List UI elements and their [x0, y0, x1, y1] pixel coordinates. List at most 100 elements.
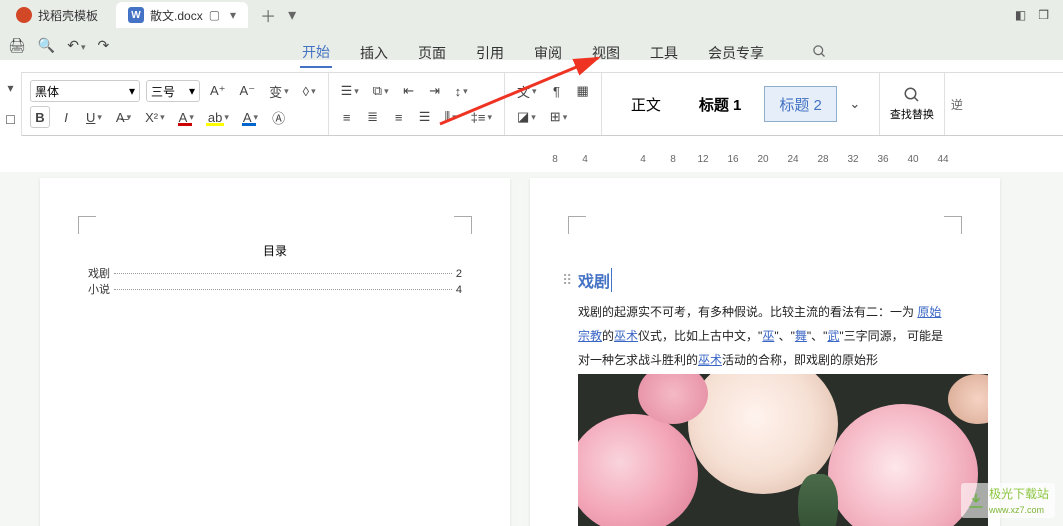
- redo-button[interactable]: ↷: [97, 37, 109, 54]
- decrease-font-button[interactable]: A⁻: [236, 80, 260, 102]
- cube-icon[interactable]: ❒: [1038, 8, 1049, 22]
- toc-leader: [114, 289, 452, 290]
- bullet-list-button[interactable]: ☰: [337, 80, 363, 102]
- link-wushu[interactable]: 巫术: [614, 329, 638, 343]
- superscript-button[interactable]: X²: [141, 106, 169, 128]
- menu-vip[interactable]: 会员专享: [706, 39, 766, 67]
- sidebar-toggle-icon[interactable]: ◧: [1015, 8, 1026, 22]
- styles-more-button[interactable]: ⌄: [845, 93, 865, 115]
- font-name-select[interactable]: 黑体▾: [30, 80, 140, 102]
- distribute-button[interactable]: ⫴: [441, 106, 461, 128]
- ruler-tick: 24: [778, 154, 808, 165]
- toc-entry[interactable]: 小说 4: [88, 281, 462, 297]
- search-replace-label[interactable]: 查找替换: [890, 106, 934, 122]
- ribbon-styles-group: 正文 标题 1 标题 2 ⌄: [602, 73, 880, 135]
- text: "、": [774, 329, 795, 343]
- border-button[interactable]: ⊞: [546, 106, 571, 128]
- align-justify-button[interactable]: ☰: [415, 106, 435, 128]
- clear-format-button[interactable]: ◊: [299, 80, 320, 102]
- tab-menu[interactable]: ▾: [288, 5, 296, 25]
- menu-page[interactable]: 页面: [416, 39, 448, 67]
- font-size-select[interactable]: 三号▾: [146, 80, 200, 102]
- italic-button[interactable]: I: [56, 106, 76, 128]
- tab-label: 找稻壳模板: [38, 7, 98, 24]
- toc-label: 小说: [88, 281, 110, 297]
- font-effect-button[interactable]: A: [175, 106, 198, 128]
- line-spacing-button[interactable]: ‡≡: [467, 106, 496, 128]
- ruler-tick: 8: [540, 154, 570, 165]
- text-tools-button[interactable]: 文: [513, 80, 541, 102]
- watermark-name: 极光下载站: [989, 485, 1049, 502]
- increase-font-button[interactable]: A⁺: [206, 80, 230, 102]
- save-icon[interactable]: 🖨: [8, 37, 26, 54]
- ruler-tick: 4: [570, 154, 600, 165]
- link-wu3[interactable]: 武: [827, 329, 839, 343]
- ribbon-overflow[interactable]: 逆: [944, 73, 969, 135]
- increase-indent-button[interactable]: ⇥: [425, 80, 445, 102]
- align-left-button[interactable]: ≡: [337, 106, 357, 128]
- text: "、": [807, 329, 828, 343]
- link-wu1[interactable]: 巫: [762, 329, 774, 343]
- undo-button[interactable]: ↶: [67, 37, 85, 54]
- highlight-button[interactable]: ab: [204, 106, 233, 128]
- ribbon-search-group: 查找替换: [880, 73, 944, 135]
- page-content[interactable]: ⠿ 戏剧 戏剧的起源实不可考，有多种假说。比较主流的看法有二：一为 原始宗教的巫…: [530, 178, 1000, 526]
- menu-view[interactable]: 视图: [590, 39, 622, 67]
- watermark: 极光下载站 www.xz7.com: [961, 483, 1055, 518]
- font-name-value: 黑体: [35, 83, 59, 100]
- tab-document[interactable]: W 散文.docx ▢ ▾: [116, 2, 248, 28]
- search-icon[interactable]: [812, 44, 827, 62]
- menu-reference[interactable]: 引用: [474, 39, 506, 67]
- shading-button[interactable]: ◪: [513, 106, 540, 128]
- add-tab-button[interactable]: ＋: [260, 3, 276, 27]
- search-icon[interactable]: [903, 86, 921, 104]
- margin-corner: [944, 216, 962, 234]
- doc-heading[interactable]: 戏剧: [578, 268, 612, 292]
- number-list-button[interactable]: ⧉: [369, 80, 393, 102]
- page-toc[interactable]: 目录 戏剧 2 小说 4: [40, 178, 510, 526]
- decrease-indent-button[interactable]: ⇤: [399, 80, 419, 102]
- link-wu2[interactable]: 舞: [795, 329, 807, 343]
- text-direction-button[interactable]: ↕: [451, 80, 472, 102]
- tab-templates[interactable]: 找稻壳模板: [4, 2, 110, 28]
- download-icon: [967, 492, 985, 510]
- toc-entry[interactable]: 戏剧 2: [88, 265, 462, 281]
- clipboard-icon[interactable]: ☐: [5, 113, 16, 127]
- ruler-tick: 8: [658, 154, 688, 165]
- change-case-button[interactable]: 变: [265, 80, 293, 102]
- menu-insert[interactable]: 插入: [358, 39, 390, 67]
- ruler-tick: 16: [718, 154, 748, 165]
- menu-tools[interactable]: 工具: [648, 39, 680, 67]
- paste-menu-icon[interactable]: ▾: [7, 81, 13, 95]
- doc-paragraph[interactable]: 戏剧的起源实不可考，有多种假说。比较主流的看法有二：一为 原始宗教的巫术仪式，比…: [578, 300, 952, 372]
- toc-label: 戏剧: [88, 265, 110, 281]
- phonetic-button[interactable]: Ⓐ: [268, 106, 289, 128]
- text: 活动的合称，即戏剧的原始形: [722, 353, 878, 367]
- toc-page-number: 2: [456, 268, 462, 280]
- ruler[interactable]: 8 4 4 8 12 16 20 24 28 32 36 40 44: [540, 148, 1043, 170]
- style-heading1[interactable]: 标题 1: [684, 86, 757, 122]
- font-size-value: 三号: [151, 83, 175, 100]
- dropdown-icon[interactable]: ▾: [230, 8, 236, 22]
- link-wushu2[interactable]: 巫术: [698, 353, 722, 367]
- drag-handle-icon[interactable]: ⠿: [562, 272, 572, 289]
- underline-button[interactable]: U: [82, 106, 106, 128]
- margin-corner: [568, 216, 586, 234]
- inline-image-roses[interactable]: [578, 374, 988, 526]
- symbol-button[interactable]: ¶: [547, 80, 567, 102]
- menu-review[interactable]: 审阅: [532, 39, 564, 67]
- font-color-button[interactable]: A: [239, 106, 262, 128]
- align-right-button[interactable]: ≡: [389, 106, 409, 128]
- strike-button[interactable]: A̶: [112, 106, 135, 128]
- grid-button[interactable]: ▦: [573, 80, 593, 102]
- bold-button[interactable]: B: [30, 106, 50, 128]
- menu-start[interactable]: 开始: [300, 38, 332, 68]
- ruler-tick: 36: [868, 154, 898, 165]
- window-mode-icon[interactable]: ▢: [209, 8, 220, 22]
- ribbon-misc-group: 文 ¶ ▦ ◪ ⊞: [505, 73, 602, 135]
- style-normal[interactable]: 正文: [616, 86, 676, 122]
- preview-icon[interactable]: 🔍: [38, 37, 55, 54]
- ribbon-paragraph-group: ☰ ⧉ ⇤ ⇥ ↕ ≡ ≣ ≡ ☰ ⫴ ‡≡: [329, 73, 505, 135]
- align-center-button[interactable]: ≣: [363, 106, 383, 128]
- style-heading2[interactable]: 标题 2: [764, 86, 837, 122]
